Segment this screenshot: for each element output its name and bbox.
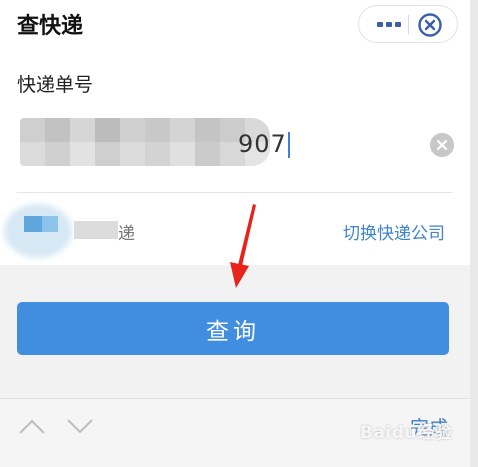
mini-program-capsule xyxy=(358,5,458,43)
close-circle-icon[interactable] xyxy=(417,12,443,38)
switch-courier-link[interactable]: 切换快递公司 xyxy=(343,219,445,244)
redacted-tracking-number xyxy=(20,118,270,166)
ellipsis-icon[interactable] xyxy=(369,6,409,42)
tracking-number-input[interactable]: 907 xyxy=(20,118,290,166)
tracking-number-label: 快递单号 xyxy=(17,74,94,96)
redacted-company-name xyxy=(74,221,118,239)
query-button[interactable]: 查询 xyxy=(17,302,449,355)
courier-logo xyxy=(4,196,76,266)
watermark: Baidu经验 xyxy=(360,423,453,443)
text-caret xyxy=(288,132,290,158)
tracking-number-visible-digits: 907 xyxy=(238,130,287,158)
annotation-arrow xyxy=(230,204,256,288)
clear-input-icon[interactable] xyxy=(430,133,454,157)
company-name-suffix: 递 xyxy=(118,224,135,244)
chevron-down-icon[interactable] xyxy=(66,417,94,435)
courier-company-name: 递 xyxy=(74,218,144,244)
divider xyxy=(17,192,453,193)
screen-edge xyxy=(470,0,478,467)
chevron-up-icon[interactable] xyxy=(18,417,46,435)
page-title: 查快递 xyxy=(17,14,84,39)
capsule-divider xyxy=(408,15,409,34)
